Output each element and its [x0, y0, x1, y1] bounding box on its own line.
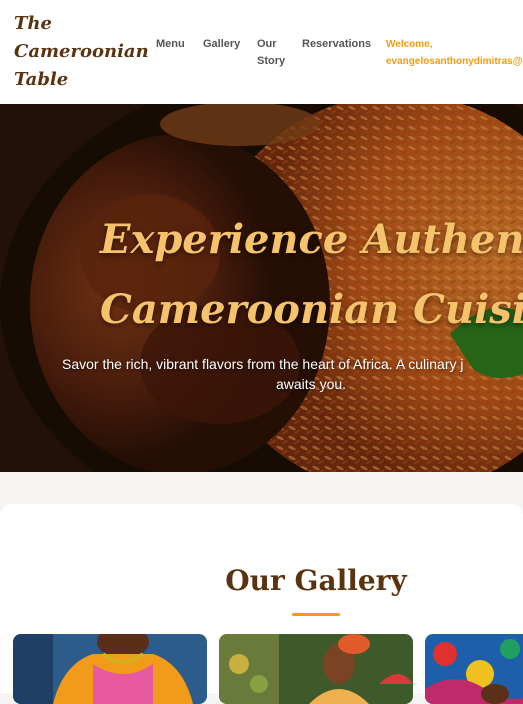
nav-gallery[interactable]: Gallery — [203, 36, 240, 53]
nav-our-story[interactable]: Our Story — [257, 36, 293, 70]
gallery-image-card[interactable] — [219, 634, 413, 704]
logo-line: Table — [14, 69, 69, 90]
gallery-photo-woman-market — [219, 634, 413, 704]
welcome-label: Welcome, — [386, 39, 433, 50]
logo-line: Cameroonian — [14, 41, 149, 62]
welcome-message: Welcome, evangelosanthonydimitras@gi — [386, 36, 523, 70]
gallery-title-underline — [292, 613, 340, 616]
gallery-title: Our Gallery — [225, 564, 407, 597]
gallery-image-card[interactable] — [13, 634, 207, 704]
nav-reservations[interactable]: Reservations — [302, 36, 371, 53]
site-header: The Cameroonian Table Menu Gallery Our S… — [0, 0, 523, 104]
hero-subtitle-line-1: Savor the rich, vibrant flavors from the… — [62, 356, 464, 372]
gallery-photo-woman-orange-dress — [13, 634, 207, 704]
welcome-user-email: evangelosanthonydimitras@gi — [386, 56, 523, 67]
hero-subtitle: Savor the rich, vibrant flavors from the… — [62, 354, 523, 394]
nav-menu[interactable]: Menu — [156, 36, 185, 53]
logo-line: The — [14, 13, 52, 34]
hero-title-line-2: Cameroonian Cuisine — [100, 286, 523, 333]
hero-section: Experience Authentic Cameroonian Cuisine… — [0, 104, 523, 472]
site-logo[interactable]: The Cameroonian Table — [14, 10, 149, 94]
gallery-photo-colorful-fabric — [425, 634, 523, 704]
hero-title-line-1: Experience Authentic — [100, 216, 523, 263]
gallery-image-card[interactable] — [425, 634, 523, 704]
hero-subtitle-line-2: awaits you. — [276, 376, 347, 392]
gallery-section: Our Gallery — [0, 504, 523, 704]
